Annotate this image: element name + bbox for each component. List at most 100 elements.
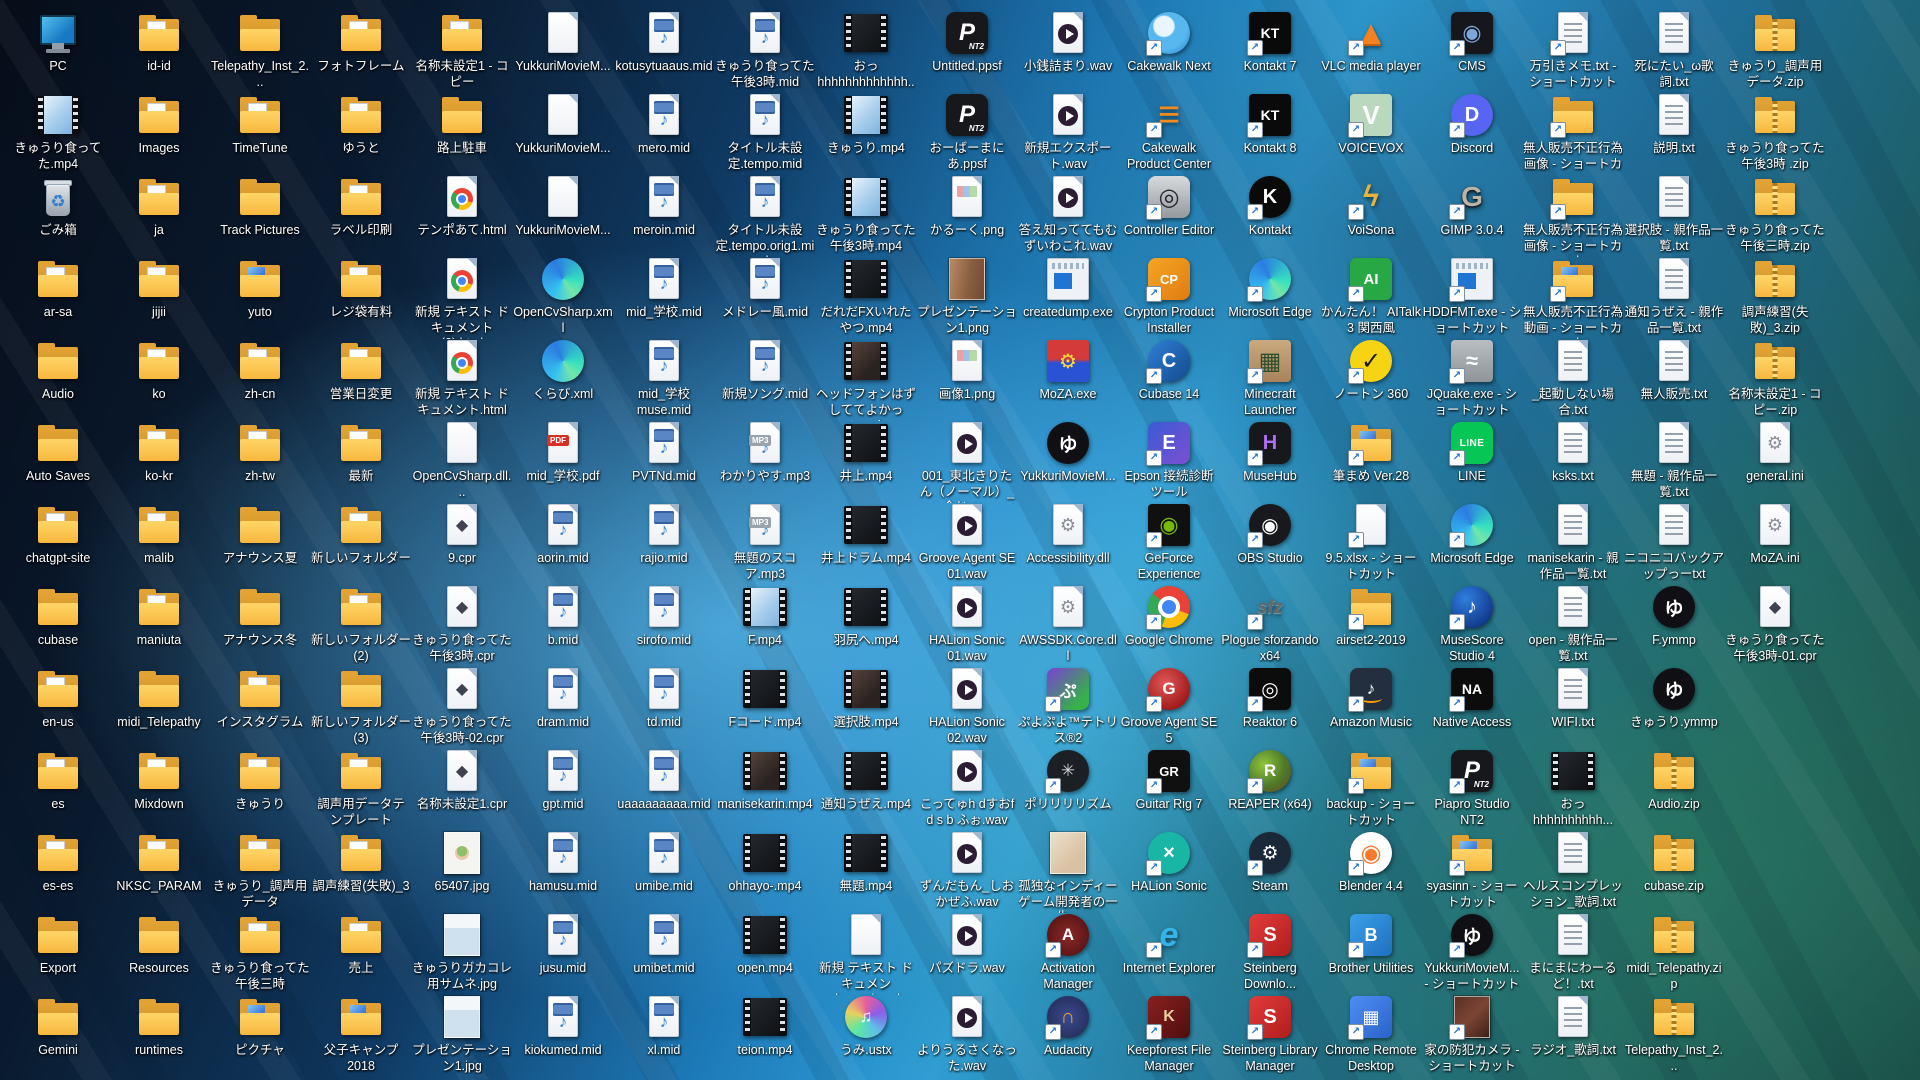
- desktop-icon-mid[interactable]: ♪rajio.mid: [614, 502, 714, 567]
- desktop-icon-mid[interactable]: ♪PVTNd.mid: [614, 420, 714, 485]
- desktop-icon-imgfile[interactable]: かるーく.png: [917, 174, 1017, 239]
- desktop-icon-vdark[interactable]: teion.mp4: [715, 994, 815, 1059]
- desktop-icon-vdark[interactable]: open.mp4: [715, 912, 815, 977]
- desktop-icon-vdark[interactable]: 羽尻へ.mp4: [816, 584, 916, 649]
- desktop-icon-file[interactable]: YukkuriMovieM...: [513, 10, 613, 75]
- desktop-icon-mid[interactable]: ♪メドレー風.mid: [715, 256, 815, 321]
- desktop-icon-folderf[interactable]: NKSC_PARAM: [109, 830, 209, 895]
- desktop-icon-folderf[interactable]: jijii: [109, 256, 209, 321]
- desktop-icon-zip[interactable]: 調声練習(失敗)_3.zip: [1725, 256, 1825, 336]
- desktop-icon-folderi[interactable]: ↗backup - ショートカット: [1321, 748, 1421, 828]
- desktop-icon-folderf[interactable]: chatgpt-site: [8, 502, 108, 567]
- desktop-icon-mid[interactable]: ♪mero.mid: [614, 92, 714, 157]
- desktop-icon-wav[interactable]: 新規エクスポート.wav: [1018, 92, 1118, 172]
- desktop-icon-mid[interactable]: ♪aorin.mid: [513, 502, 613, 567]
- desktop-icon-vdark[interactable]: おっ hhhhhhhhhh...: [1523, 748, 1623, 828]
- desktop-icon-thshot[interactable]: プレゼンテーション1.jpg: [412, 994, 512, 1074]
- desktop-icon-txt[interactable]: manisekarin - 親作品一覧.txt: [1523, 502, 1623, 582]
- desktop-icon-wav[interactable]: HALion Sonic 02.wav: [917, 666, 1017, 746]
- desktop-icon-vdark[interactable]: だれだFXいれたやつ.mp4: [816, 256, 916, 336]
- desktop-icon-bin[interactable]: ♻ごみ箱: [8, 174, 108, 239]
- desktop-icon-txt[interactable]: WIFI.txt: [1523, 666, 1623, 731]
- desktop-icon-zip[interactable]: midi_Telepathy.zip: [1624, 912, 1724, 992]
- desktop-icon-halion[interactable]: ×↗HALion Sonic: [1119, 830, 1219, 895]
- desktop-icon-txt[interactable]: ↗万引きメモ.txt - ショートカット: [1523, 10, 1623, 90]
- desktop-icon-folderi[interactable]: yuto: [210, 256, 310, 321]
- desktop-icon-folder[interactable]: ↗無人販売不正行為画像 - ショートカッ...: [1523, 92, 1623, 175]
- desktop-icon-ymm[interactable]: ゆYukkuriMovieM...: [1018, 420, 1118, 485]
- desktop-icon-wav[interactable]: Groove Agent SE 01.wav: [917, 502, 1017, 582]
- desktop-icon-mid[interactable]: ♪タイトル未設定.tempo.orig1.mid: [715, 174, 815, 257]
- desktop-icon-vdark[interactable]: ohhayo-.mp4: [715, 830, 815, 895]
- desktop-icon-ymm[interactable]: ゆF.ymmp: [1624, 584, 1724, 649]
- desktop-icon-chromef[interactable]: テンポあて.html: [412, 174, 512, 239]
- desktop-icon-txt[interactable]: 通知うぜえ - 親作品一覧.txt: [1624, 256, 1724, 336]
- desktop-icon-blender[interactable]: ◉↗Blender 4.4: [1321, 830, 1421, 895]
- desktop-icon-vlight[interactable]: きゅうり食ってた午後3時.mp4: [816, 174, 916, 254]
- desktop-icon-thcam[interactable]: ↗家の防犯カメラ - ショートカット: [1422, 994, 1522, 1074]
- desktop-icon-thwood[interactable]: プレゼンテーション1.png: [917, 256, 1017, 336]
- desktop-icon-cpr[interactable]: ◆きゅうり食ってた午後3時-02.cpr: [412, 666, 512, 746]
- desktop-icon-musehub[interactable]: H↗MuseHub: [1220, 420, 1320, 485]
- desktop-icon-folder[interactable]: Auto Saves: [8, 420, 108, 485]
- desktop-icon-keepforest[interactable]: K↗Keepforest File Manager: [1119, 994, 1219, 1074]
- desktop-icon-folder[interactable]: 新しいフォルダー (3): [311, 666, 411, 746]
- desktop-icon-edge[interactable]: ↗Microsoft Edge: [1422, 502, 1522, 567]
- desktop-icon-vphoto[interactable]: ヘッドフォンはずしててよかっt.mp4: [816, 338, 916, 421]
- desktop-icon-folder[interactable]: Track Pictures: [210, 174, 310, 239]
- desktop-icon-edgef[interactable]: くらび.xml: [513, 338, 613, 403]
- desktop-icon-vlight[interactable]: きゅうり.mp4: [816, 92, 916, 157]
- desktop-icon-steinberg[interactable]: S↗Steinberg Downlo...: [1220, 912, 1320, 992]
- desktop-icon-folderf[interactable]: Mixdown: [109, 748, 209, 813]
- desktop-icon-edge[interactable]: ↗Microsoft Edge: [1220, 256, 1320, 321]
- desktop-icon-ustx[interactable]: ♫うみ.ustx: [816, 994, 916, 1059]
- desktop-icon-txt[interactable]: _起動しない場合.txt: [1523, 338, 1623, 418]
- desktop-icon-ymm[interactable]: ゆきゅうり.ymmp: [1624, 666, 1724, 731]
- desktop-icon-cwnext[interactable]: ↗Cakewalk Next: [1119, 10, 1219, 75]
- desktop-icon-ini[interactable]: ⚙general.ini: [1725, 420, 1825, 485]
- desktop-icon-folderf[interactable]: malib: [109, 502, 209, 567]
- desktop-icon-file[interactable]: ↗9.5.xlsx - ショートカット: [1321, 502, 1421, 582]
- desktop-icon-wav[interactable]: HALion Sonic 01.wav: [917, 584, 1017, 664]
- desktop-icon-zip[interactable]: Telepathy_Inst_2...: [1624, 994, 1724, 1074]
- desktop-icon-brother[interactable]: B↗Brother Utilities: [1321, 912, 1421, 977]
- desktop-icon-reaper[interactable]: R↗REAPER (x64): [1220, 748, 1320, 813]
- desktop-icon-txt[interactable]: 無題 - 親作品一覧.txt: [1624, 420, 1724, 500]
- desktop-icon-folderf[interactable]: zh-tw: [210, 420, 310, 485]
- desktop-icon-cpc[interactable]: ≡↗Cakewalk Product Center: [1119, 92, 1219, 172]
- desktop-icon-file[interactable]: YukkuriMovieM...: [513, 92, 613, 157]
- desktop-icon-nvidia[interactable]: ◉↗GeForce Experience: [1119, 502, 1219, 582]
- desktop-icon-ie[interactable]: e↗Internet Explorer: [1119, 912, 1219, 977]
- desktop-icon-folderi[interactable]: ↗無人販売不正行為動画 - ショートカット: [1523, 256, 1623, 339]
- desktop-icon-txt[interactable]: open - 親作品一覧.txt: [1523, 584, 1623, 664]
- desktop-icon-folder[interactable]: Gemini: [8, 994, 108, 1059]
- desktop-icon-exe[interactable]: createdump.exe: [1018, 256, 1118, 321]
- desktop-icon-folderf[interactable]: zh-cn: [210, 338, 310, 403]
- desktop-icon-folderf[interactable]: 新しいフォルダー: [311, 502, 411, 567]
- desktop-icon-folderi[interactable]: 父子キャンプ2018: [311, 994, 411, 1074]
- desktop-icon-zip[interactable]: きゅうり食ってた午後3時 .zip: [1725, 92, 1825, 172]
- desktop-icon-folderi[interactable]: ↗syasinn - ショートカット: [1422, 830, 1522, 910]
- desktop-icon-nt2[interactable]: PNT2↗Piapro Studio NT2: [1422, 748, 1522, 828]
- desktop-icon-mid[interactable]: ♪umibet.mid: [614, 912, 714, 977]
- desktop-icon-musescore[interactable]: ♪↗MuseScore Studio 4: [1422, 584, 1522, 664]
- desktop-icon-steam[interactable]: ⚙↗Steam: [1220, 830, 1320, 895]
- desktop-icon-cpr[interactable]: ◆きゅうり食ってた午後3時.cpr: [412, 584, 512, 664]
- desktop-icon-folderf[interactable]: en-us: [8, 666, 108, 731]
- desktop-icon-txt[interactable]: 無人販売.txt: [1624, 338, 1724, 403]
- desktop-icon-folderf[interactable]: TimeTune: [210, 92, 310, 157]
- desktop-icon-line[interactable]: LINE↗LINE: [1422, 420, 1522, 485]
- desktop-icon-folderf[interactable]: きゅうり: [210, 748, 310, 813]
- desktop-icon-voicevox[interactable]: V↗VOICEVOX: [1321, 92, 1421, 157]
- desktop-icon-mid[interactable]: ♪uaaaaaaaaa.mid: [614, 748, 714, 813]
- desktop-icon-cms[interactable]: ◉↗CMS: [1422, 10, 1522, 75]
- desktop-icon-poly[interactable]: ✳↗ポリリリリズム: [1018, 748, 1118, 813]
- desktop-icon-norton[interactable]: ✓↗ノートン 360: [1321, 338, 1421, 403]
- desktop-icon-cpr[interactable]: ◆名称未設定1.cpr: [412, 748, 512, 813]
- desktop-icon-mid[interactable]: ♪kotusytuaaus.mid: [614, 10, 714, 75]
- desktop-icon-folderf[interactable]: 名称未設定1 - コピー: [412, 10, 512, 90]
- desktop-icon-vdark[interactable]: 井上ドラム.mp4: [816, 502, 916, 567]
- desktop-icon-wav[interactable]: 小銭詰まり.wav: [1018, 10, 1118, 75]
- desktop-icon-mid[interactable]: ♪きゅうり食ってた午後3時.mid: [715, 10, 815, 90]
- desktop-icon-folderf[interactable]: ar-sa: [8, 256, 108, 321]
